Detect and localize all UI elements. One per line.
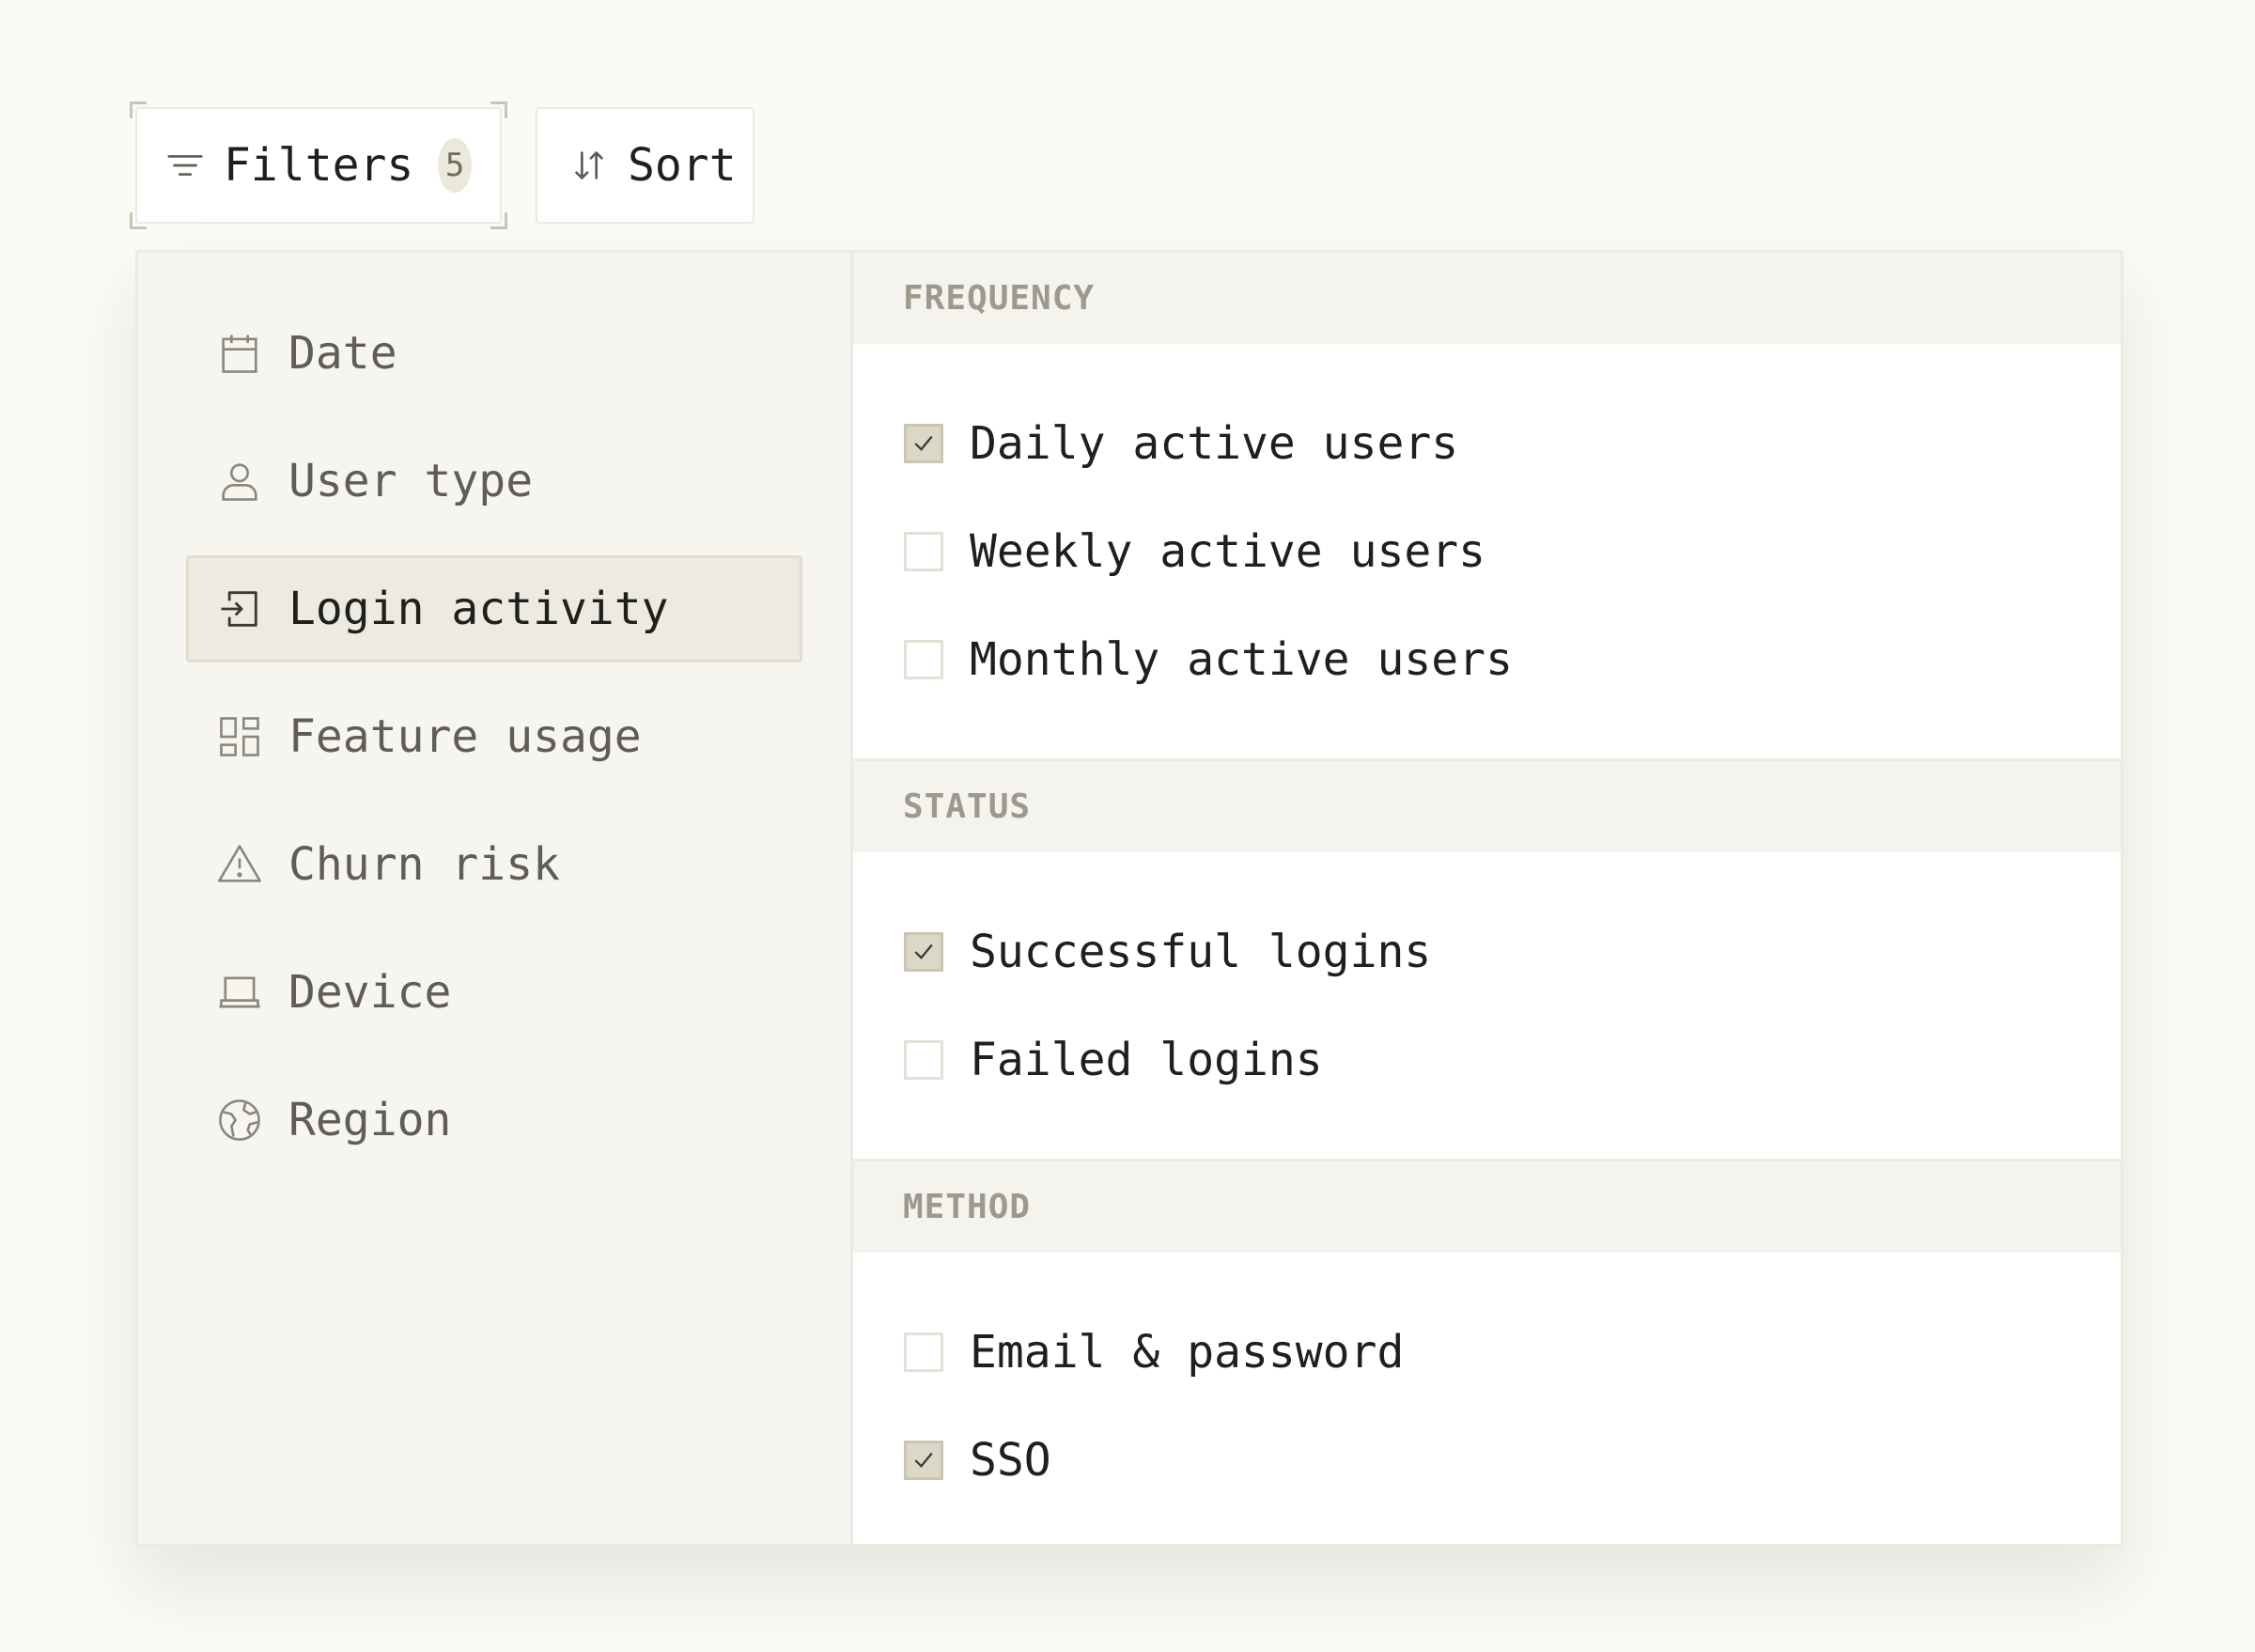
filters-button[interactable]: Filters 5 (130, 101, 507, 229)
calendar-icon (215, 329, 264, 378)
checkbox[interactable] (904, 1039, 943, 1080)
sidebar-item-device[interactable]: Device (186, 939, 802, 1046)
option-daily-active-users[interactable]: Daily active users (853, 389, 2121, 497)
option-label: Failed logins (970, 1033, 1323, 1086)
checkbox[interactable] (904, 639, 943, 679)
warning-icon (215, 840, 264, 889)
checkbox[interactable] (904, 423, 943, 463)
checkbox[interactable] (904, 531, 943, 571)
filter-lines-icon (163, 144, 207, 187)
section-method: METHOD Email & password SSO (853, 1161, 2121, 1544)
check-icon (914, 943, 933, 959)
option-label: SSO (970, 1433, 1051, 1487)
sort-label: Sort (628, 139, 737, 192)
check-icon (914, 435, 933, 451)
section-status: STATUS Successful logins Failed logins (853, 761, 2121, 1161)
sort-button[interactable]: Sort (536, 107, 754, 224)
login-icon (215, 584, 264, 633)
option-label: Weekly active users (970, 524, 1486, 578)
section-title: STATUS (853, 761, 2121, 852)
sidebar-item-churn-risk[interactable]: Churn risk (186, 811, 802, 918)
check-icon (914, 1452, 933, 1468)
option-label: Email & password (970, 1325, 1405, 1379)
filter-panel: Date User type Login activity Feature us… (135, 250, 2123, 1547)
focus-corner (490, 101, 507, 118)
focus-corner (490, 212, 507, 229)
filter-options-pane: FREQUENCY Daily active users Weekly acti… (853, 253, 2121, 1544)
sidebar-item-feature-usage[interactable]: Feature usage (186, 683, 802, 790)
option-sso[interactable]: SSO (853, 1406, 2121, 1514)
option-label: Monthly active users (970, 632, 1513, 686)
user-icon (215, 457, 264, 506)
option-successful-logins[interactable]: Successful logins (853, 897, 2121, 1005)
section-title: FREQUENCY (853, 253, 2121, 344)
option-weekly-active-users[interactable]: Weekly active users (853, 497, 2121, 605)
sidebar-item-region[interactable]: Region (186, 1067, 802, 1174)
filter-category-sidebar: Date User type Login activity Feature us… (138, 253, 853, 1544)
focus-corner (130, 212, 147, 229)
section-title: METHOD (853, 1161, 2121, 1253)
checkbox[interactable] (904, 1440, 943, 1480)
sidebar-item-label: Feature usage (288, 710, 642, 763)
checkbox[interactable] (904, 931, 943, 972)
sidebar-item-date[interactable]: Date (186, 300, 802, 407)
sidebar-item-user-type[interactable]: User type (186, 428, 802, 535)
option-failed-logins[interactable]: Failed logins (853, 1005, 2121, 1114)
sidebar-item-label: User type (288, 455, 534, 507)
option-label: Daily active users (970, 416, 1459, 470)
option-label: Successful logins (970, 925, 1432, 978)
sort-arrows-icon (568, 144, 611, 187)
sidebar-item-label: Login activity (288, 583, 669, 635)
filters-label: Filters (224, 139, 414, 192)
sidebar-item-label: Region (288, 1094, 452, 1146)
section-frequency: FREQUENCY Daily active users Weekly acti… (853, 253, 2121, 761)
option-email-password[interactable]: Email & password (853, 1298, 2121, 1406)
laptop-icon (215, 968, 264, 1017)
sidebar-item-label: Churn risk (288, 838, 560, 891)
sidebar-item-label: Device (288, 966, 452, 1019)
checkbox[interactable] (904, 1332, 943, 1372)
grid-icon (215, 712, 264, 761)
focus-corner (130, 101, 147, 118)
globe-icon (215, 1096, 264, 1145)
option-monthly-active-users[interactable]: Monthly active users (853, 605, 2121, 713)
toolbar: Filters 5 Sort (130, 101, 754, 229)
sidebar-item-login-activity[interactable]: Login activity (186, 555, 802, 662)
sidebar-item-label: Date (288, 327, 397, 380)
filters-count-badge: 5 (438, 138, 472, 193)
